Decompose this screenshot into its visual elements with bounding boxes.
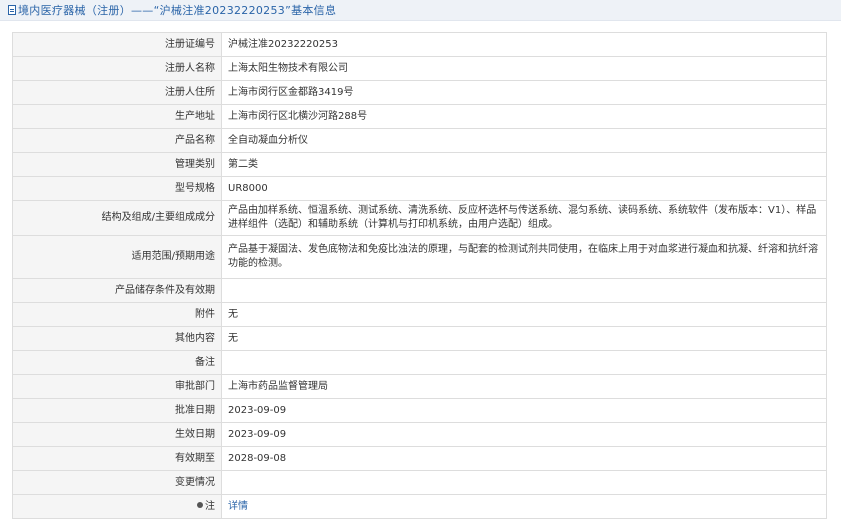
note-label-cell: 注 bbox=[12, 494, 222, 519]
table-row: 结构及组成/主要组成成分 产品由加样系统、恒温系统、测试系统、清洗系统、反应杯选… bbox=[12, 200, 827, 236]
field-value: 无 bbox=[221, 302, 827, 327]
table-row: 生效日期 2023-09-09 bbox=[12, 422, 827, 447]
field-label: 注册证编号 bbox=[12, 32, 222, 57]
table-row: 备注 bbox=[12, 350, 827, 375]
table-row: 其他内容 无 bbox=[12, 326, 827, 351]
field-label: 适用范围/预期用途 bbox=[12, 235, 222, 279]
field-value: UR8000 bbox=[221, 176, 827, 201]
details-link[interactable]: 详情 bbox=[228, 501, 248, 512]
field-value: 上海市药品监督管理局 bbox=[221, 374, 827, 399]
field-value: 第二类 bbox=[221, 152, 827, 177]
field-value: 产品基于凝固法、发色底物法和免疫比浊法的原理，与配套的检测试剂共同使用，在临床上… bbox=[221, 235, 827, 279]
field-value: 详情 bbox=[221, 494, 827, 519]
field-value: 全自动凝血分析仪 bbox=[221, 128, 827, 153]
field-label: 结构及组成/主要组成成分 bbox=[12, 200, 222, 236]
info-panel: 注册证编号 沪械注准20232220253 注册人名称 上海太阳生物技术有限公司… bbox=[12, 32, 827, 519]
field-label: 生效日期 bbox=[12, 422, 222, 447]
info-table: 注册证编号 沪械注准20232220253 注册人名称 上海太阳生物技术有限公司… bbox=[12, 32, 827, 519]
table-row: 附件 无 bbox=[12, 302, 827, 327]
field-value: 上海太阳生物技术有限公司 bbox=[221, 56, 827, 81]
field-label: 型号规格 bbox=[12, 176, 222, 201]
field-value: 产品由加样系统、恒温系统、测试系统、清洗系统、反应杯选杯与传送系统、混匀系统、读… bbox=[221, 200, 827, 236]
field-label: 其他内容 bbox=[12, 326, 222, 351]
page-title: 境内医疗器械（注册）——“沪械注准20232220253”基本信息 bbox=[18, 4, 337, 17]
field-value bbox=[221, 350, 827, 375]
table-row: 注册人住所 上海市闵行区金都路3419号 bbox=[12, 80, 827, 105]
field-label: 生产地址 bbox=[12, 104, 222, 129]
bullet-icon bbox=[197, 501, 203, 508]
field-label: 注 bbox=[205, 500, 215, 512]
table-row: 审批部门 上海市药品监督管理局 bbox=[12, 374, 827, 399]
field-label: 审批部门 bbox=[12, 374, 222, 399]
field-label: 有效期至 bbox=[12, 446, 222, 471]
table-row: 注 详情 bbox=[12, 494, 827, 519]
table-row: 有效期至 2028-09-08 bbox=[12, 446, 827, 471]
table-row: 适用范围/预期用途 产品基于凝固法、发色底物法和免疫比浊法的原理，与配套的检测试… bbox=[12, 235, 827, 279]
table-row: 注册证编号 沪械注准20232220253 bbox=[12, 32, 827, 57]
table-row: 管理类别 第二类 bbox=[12, 152, 827, 177]
field-value: 无 bbox=[221, 326, 827, 351]
field-label: 备注 bbox=[12, 350, 222, 375]
table-row: 产品储存条件及有效期 bbox=[12, 278, 827, 303]
field-label: 管理类别 bbox=[12, 152, 222, 177]
field-value: 沪械注准20232220253 bbox=[221, 32, 827, 57]
field-label: 注册人名称 bbox=[12, 56, 222, 81]
field-value: 2023-09-09 bbox=[221, 422, 827, 447]
table-row: 产品名称 全自动凝血分析仪 bbox=[12, 128, 827, 153]
field-value: 上海市闵行区北横沙河路288号 bbox=[221, 104, 827, 129]
field-value bbox=[221, 470, 827, 495]
document-icon bbox=[8, 5, 16, 15]
table-row: 型号规格 UR8000 bbox=[12, 176, 827, 201]
table-row: 注册人名称 上海太阳生物技术有限公司 bbox=[12, 56, 827, 81]
field-label: 附件 bbox=[12, 302, 222, 327]
field-label: 注册人住所 bbox=[12, 80, 222, 105]
field-label: 变更情况 bbox=[12, 470, 222, 495]
field-value: 2023-09-09 bbox=[221, 398, 827, 423]
page-header: 境内医疗器械（注册）——“沪械注准20232220253”基本信息 bbox=[0, 0, 841, 21]
table-row: 批准日期 2023-09-09 bbox=[12, 398, 827, 423]
table-row: 变更情况 bbox=[12, 470, 827, 495]
field-label: 批准日期 bbox=[12, 398, 222, 423]
field-label: 产品名称 bbox=[12, 128, 222, 153]
field-label: 产品储存条件及有效期 bbox=[12, 278, 222, 303]
field-value bbox=[221, 278, 827, 303]
table-row: 生产地址 上海市闵行区北横沙河路288号 bbox=[12, 104, 827, 129]
field-value: 2028-09-08 bbox=[221, 446, 827, 471]
field-value: 上海市闵行区金都路3419号 bbox=[221, 80, 827, 105]
